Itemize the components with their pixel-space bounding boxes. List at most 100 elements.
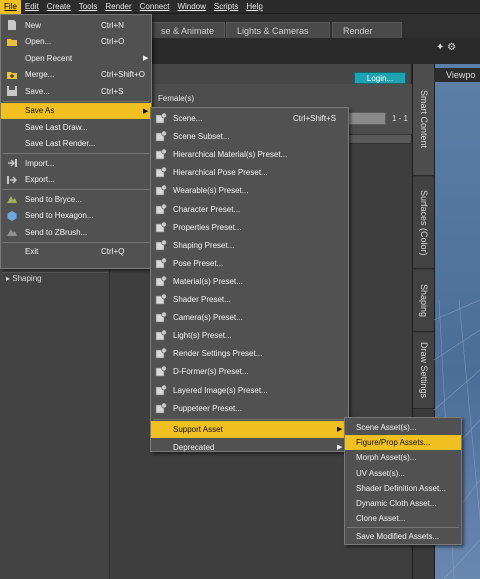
menu-separator <box>3 241 149 243</box>
save-as-item-deprecated[interactable]: Deprecated ▶ <box>151 439 348 456</box>
save-as-item-scene-subset[interactable]: Scene Subset... <box>151 128 348 145</box>
menu-item-label: Character Preset... <box>173 204 241 214</box>
file-menu-item-merge[interactable]: Merge... Ctrl+Shift+O <box>1 67 151 83</box>
sort-dropdown[interactable] <box>346 134 412 144</box>
file-menu-item-send-to-hexagon[interactable]: Send to Hexagon... <box>1 208 151 224</box>
save-as-item-hierarchical-material-s-preset[interactable]: Hierarchical Material(s) Preset... <box>151 146 348 163</box>
file-menu-item-open[interactable]: Open... Ctrl+O <box>1 34 151 50</box>
file-menu-item-import[interactable]: Import... <box>1 155 151 171</box>
menu-tools[interactable]: Tools <box>75 0 102 14</box>
support-asset-item-uv-asset-s[interactable]: UV Asset(s)... <box>345 466 461 481</box>
save-as-item-light-s-preset[interactable]: Light(s) Preset... <box>151 327 348 344</box>
tab-label: Shaping <box>419 283 429 318</box>
new-file-icon <box>6 19 18 31</box>
save-as-item-puppeteer-preset[interactable]: Puppeteer Preset... <box>151 400 348 417</box>
tab-render[interactable]: Render <box>332 22 402 38</box>
file-menu-item-export[interactable]: Export... <box>1 172 151 188</box>
menu-scripts[interactable]: Scripts <box>210 0 242 14</box>
viewport-header: Viewpo <box>434 68 480 82</box>
file-menu-item-save-last-draw[interactable]: Save Last Draw... <box>1 119 151 135</box>
hexagon-icon <box>6 210 18 222</box>
file-menu-item-send-to-zbrush[interactable]: Send to ZBrush... <box>1 224 151 240</box>
file-menu: New Ctrl+N Open... Ctrl+O Open Recent ▶ Merge.… <box>0 14 152 269</box>
preset-icon <box>155 275 167 287</box>
save-as-item-scene[interactable]: Scene... Ctrl+Shift+S <box>151 110 348 127</box>
menu-item-label: D-Former(s) Preset... <box>173 367 249 377</box>
filter-input[interactable] <box>346 112 386 125</box>
menu-separator <box>3 153 149 154</box>
tab-label: Draw Settings <box>419 342 429 399</box>
menu-separator <box>347 527 459 529</box>
menu-item-label: Open Recent <box>25 53 73 63</box>
save-as-item-wearable-s-preset[interactable]: Wearable(s) Preset... <box>151 182 348 199</box>
login-button[interactable]: Login... <box>354 72 406 84</box>
support-asset-item-dynamic-cloth-asset[interactable]: Dynamic Cloth Asset... <box>345 496 461 511</box>
file-menu-item-exit[interactable]: Exit Ctrl+Q <box>1 244 151 260</box>
tab-shaping[interactable]: Shaping <box>413 270 435 332</box>
file-menu-item-save-as[interactable]: Save As ▶ <box>1 102 151 119</box>
menu-item-label: Open... <box>25 37 52 46</box>
tab-label: Smart Content <box>419 90 429 149</box>
save-as-item-support-asset[interactable]: Support Asset ▶ <box>151 420 348 438</box>
support-asset-item-shader-definition-asset[interactable]: Shader Definition Asset... <box>345 481 461 496</box>
save-as-item-hierarchical-pose-preset[interactable]: Hierarchical Pose Preset... <box>151 164 348 181</box>
preset-icon <box>155 239 167 251</box>
support-asset-submenu: Scene Asset(s)... Figure/Prop Assets... Mo… <box>344 417 462 545</box>
menu-edit[interactable]: Edit <box>21 0 43 14</box>
file-menu-item-save-last-render[interactable]: Save Last Render... <box>1 136 151 152</box>
tab-pose-animate[interactable]: se & Animate <box>150 22 226 38</box>
menu-item-label: Properties Preset... <box>173 222 242 232</box>
menu-window[interactable]: Window <box>173 0 209 14</box>
support-asset-item-morph-asset-s[interactable]: Morph Asset(s)... <box>345 450 461 465</box>
menu-file[interactable]: File <box>0 0 21 14</box>
support-asset-item-save-modified-assets[interactable]: Save Modified Assets... <box>345 529 461 544</box>
menu-item-shortcut: Ctrl+N <box>101 20 124 30</box>
menu-item-label: Support Asset <box>173 424 223 434</box>
save-as-item-shader-preset[interactable]: Shader Preset... <box>151 291 348 308</box>
menu-item-label: Export... <box>25 175 55 184</box>
page-indicator: 1 - 1 <box>392 114 409 123</box>
menu-item-label: Layered Image(s) Preset... <box>173 385 268 395</box>
preset-icon <box>155 166 167 178</box>
menu-item-label: Save Modified Assets... <box>356 532 440 542</box>
support-asset-item-clone-asset[interactable]: Clone Asset... <box>345 511 461 526</box>
support-asset-item-figure-prop-assets[interactable]: Figure/Prop Assets... <box>345 435 461 451</box>
save-as-item-material-s-preset[interactable]: Material(s) Preset... <box>151 273 348 290</box>
save-as-item-character-preset[interactable]: Character Preset... <box>151 201 348 218</box>
tab-smart-content[interactable]: Smart Content <box>413 64 435 176</box>
menu-connect[interactable]: Connect <box>136 0 174 14</box>
save-as-item-d-former-s-preset[interactable]: D-Former(s) Preset... <box>151 363 348 380</box>
menu-help[interactable]: Help <box>242 0 266 14</box>
save-as-item-camera-s-preset[interactable]: Camera(s) Preset... <box>151 309 348 326</box>
menu-item-label: Send to ZBrush... <box>25 227 88 237</box>
support-asset-item-scene-asset-s[interactable]: Scene Asset(s)... <box>345 420 461 435</box>
save-as-item-layered-image-s-preset[interactable]: Layered Image(s) Preset... <box>151 382 348 399</box>
preset-icon <box>155 130 167 142</box>
menu-item-label: Merge... <box>25 70 55 79</box>
menu-render[interactable]: Render <box>101 0 135 14</box>
scene-tools-icon[interactable]: ✦ ⚙ <box>436 42 456 53</box>
file-menu-item-save[interactable]: Save... Ctrl+S <box>1 83 151 99</box>
file-menu-item-send-to-bryce[interactable]: Send to Bryce... <box>1 191 151 207</box>
save-as-item-pose-preset[interactable]: Pose Preset... <box>151 255 348 272</box>
tab-draw-settings[interactable]: Draw Settings <box>413 333 435 409</box>
file-menu-item-open-recent[interactable]: Open Recent ▶ <box>1 50 151 66</box>
save-as-item-render-settings-preset[interactable]: Render Settings Preset... <box>151 345 348 362</box>
tree-item-shaping[interactable]: ▸ Shaping <box>2 272 108 284</box>
menu-create[interactable]: Create <box>43 0 75 14</box>
menu-item-label: Pose Preset... <box>173 258 224 268</box>
export-icon <box>6 174 18 186</box>
save-as-item-shaping-preset[interactable]: Shaping Preset... <box>151 237 348 254</box>
menu-item-label: Wearable(s) Preset... <box>173 186 249 196</box>
menu-item-label: Puppeteer Preset... <box>173 403 242 413</box>
menu-item-label: Figure/Prop Assets... <box>356 438 431 448</box>
tab-lights-cameras[interactable]: Lights & Cameras <box>226 22 330 38</box>
menu-item-label: Deprecated <box>173 442 215 452</box>
menu-item-label: Camera(s) Preset... <box>173 313 243 323</box>
preset-icon <box>155 112 167 124</box>
menu-item-label: Send to Bryce... <box>25 194 82 204</box>
tab-label: Surfaces (Color) <box>419 189 429 256</box>
save-as-item-properties-preset[interactable]: Properties Preset... <box>151 219 348 236</box>
file-menu-item-new[interactable]: New Ctrl+N <box>1 17 151 33</box>
tab-surfaces[interactable]: Surfaces (Color) <box>413 177 435 269</box>
